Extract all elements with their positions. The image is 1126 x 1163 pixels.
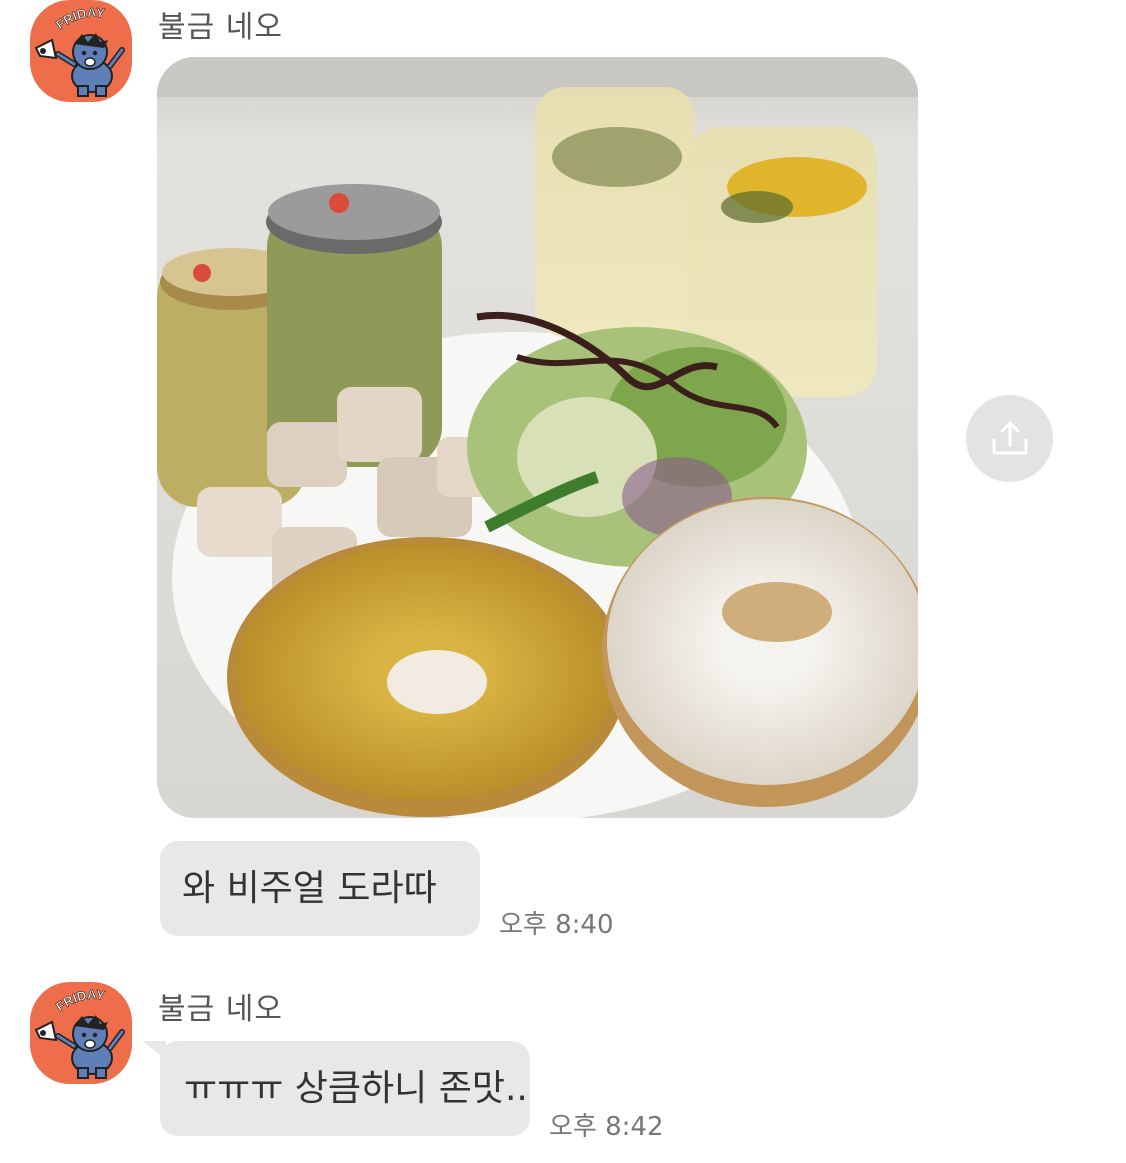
share-button[interactable] [966, 395, 1053, 482]
friday-neo-character-icon: FRIDAY [34, 986, 125, 1079]
message-bubble[interactable]: ㅠㅠㅠ 상큼하니 존맛.. [160, 1041, 530, 1136]
share-icon [992, 421, 1027, 454]
friday-neo-character-icon: FRIDAY [34, 4, 125, 97]
message-time: 오후 8:42 [549, 1112, 664, 1142]
svg-text:FRIDAY: FRIDAY [53, 987, 106, 1015]
photo-illustration [157, 57, 918, 818]
sender-avatar[interactable]: FRIDAY [30, 982, 132, 1084]
message-text: 와 비주얼 도라따 [182, 868, 437, 909]
sender-name: 불금 네오 [158, 992, 283, 1027]
message-time: 오후 8:40 [499, 910, 614, 940]
sender-avatar[interactable]: FRIDAY [30, 0, 132, 102]
food-plate-photo[interactable] [157, 57, 918, 818]
svg-text:FRIDAY: FRIDAY [53, 5, 106, 33]
message-bubble[interactable]: 와 비주얼 도라따 [160, 841, 480, 936]
sender-name: 불금 네오 [158, 10, 283, 45]
message-text: ㅠㅠㅠ 상큼하니 존맛.. [184, 1068, 528, 1109]
